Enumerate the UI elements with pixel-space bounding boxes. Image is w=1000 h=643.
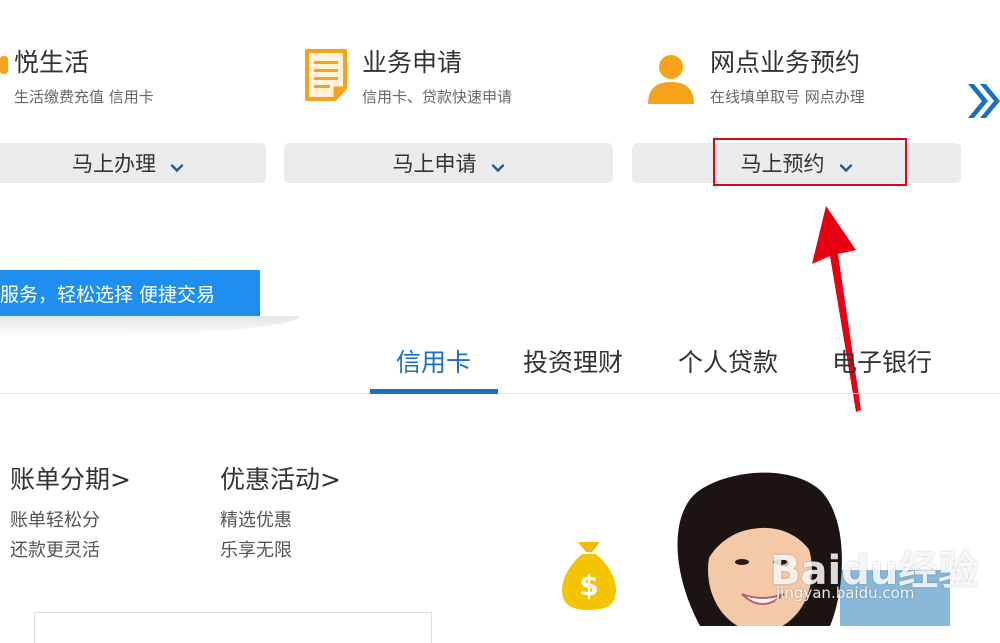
service-title-life: 悦生活 [14,48,90,77]
next-arrow-icon[interactable] [966,82,1000,120]
money-bag-icon: $ [556,538,622,612]
service-subtitle-life: 生活缴费充值 信用卡 [14,88,154,106]
active-tab-indicator [370,389,498,394]
bottom-panel [34,612,432,643]
installment-link[interactable]: 账单分期> [10,467,131,492]
promotions-link[interactable]: 优惠活动> [220,467,341,492]
watermark-url: jingyan.baidu.com [776,584,915,602]
service-card-apply: 业务申请 信用卡、贷款快速申请 马上申请 [284,0,614,190]
installment-line2: 还款更灵活 [10,540,100,561]
apply-now-label: 马上申请 [392,152,477,176]
tab-credit-card[interactable]: 信用卡 [396,350,471,375]
promotions-line2: 乐享无限 [220,540,292,561]
promo-banner: 服务，轻松选择 便捷交易 [0,270,260,316]
life-icon [0,56,8,74]
service-title-appointment: 网点业务预约 [710,48,861,77]
annotation-arrow-icon [812,206,862,412]
installment-line1: 账单轻松分 [10,510,100,531]
handle-now-button[interactable]: 马上办理 [0,143,266,183]
chevron-down-icon [491,156,505,173]
service-card-life: 悦生活 生活缴费充值 信用卡 马上办理 [0,0,270,190]
service-title-apply: 业务申请 [362,48,463,77]
highlight-box [713,138,907,186]
tab-personal-loan[interactable]: 个人贷款 [678,350,778,375]
chevron-down-icon [170,156,184,173]
tab-e-banking[interactable]: 电子银行 [832,350,932,375]
handle-now-label: 马上办理 [72,152,156,176]
tab-investment[interactable]: 投资理财 [523,350,623,375]
service-subtitle-apply: 信用卡、贷款快速申请 [362,88,513,106]
tab-divider [0,393,1000,394]
banner-text: 服务，轻松选择 便捷交易 [0,283,216,306]
person-icon [646,54,696,104]
svg-text:$: $ [579,569,598,602]
service-subtitle-appointment: 在线填单取号 网点办理 [710,88,865,106]
banner-shadow [0,316,300,338]
document-icon [304,48,348,102]
apply-now-button[interactable]: 马上申请 [284,143,613,183]
promotions-line1: 精选优惠 [220,510,292,531]
